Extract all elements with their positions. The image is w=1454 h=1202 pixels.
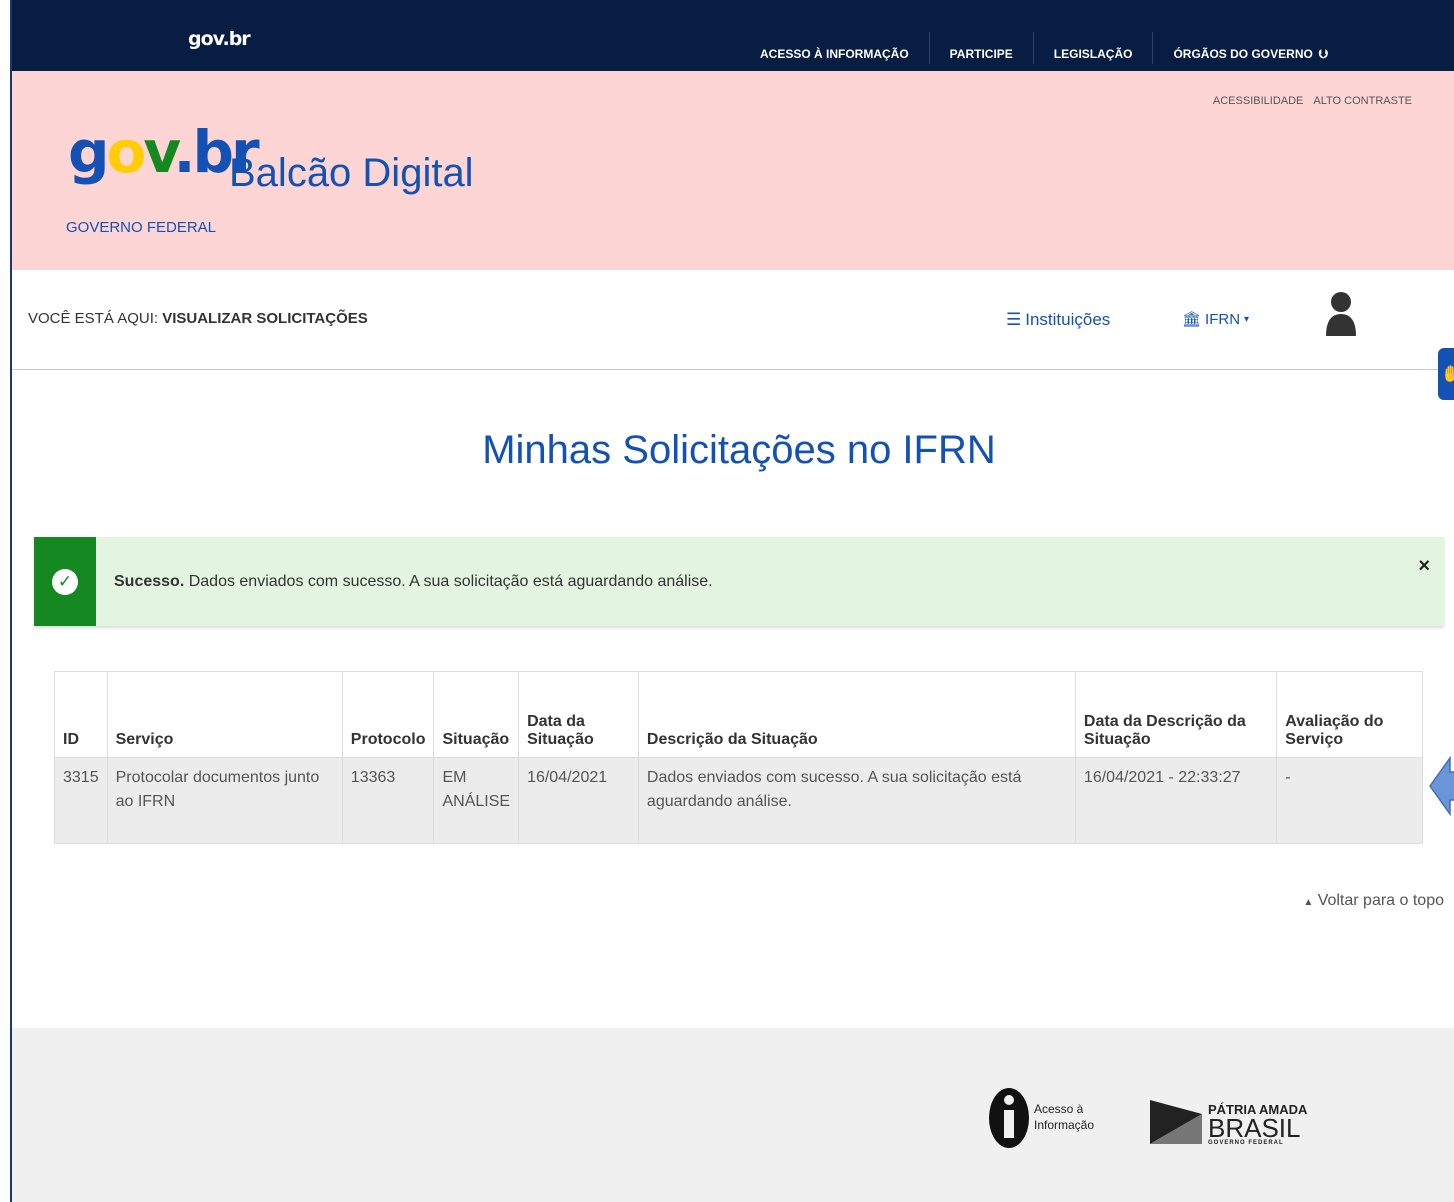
brasil-flag-mark-icon	[1150, 1100, 1202, 1144]
cell-status: EM ANÁLISE	[433, 757, 520, 844]
institution-selected: IFRN	[1205, 310, 1241, 328]
col-desc-date: Data da Descrição da Situação	[1074, 671, 1278, 758]
chevron-down-icon: ⮋	[1318, 46, 1328, 61]
nav-separator	[1032, 32, 1034, 64]
col-service: Serviço	[106, 671, 343, 758]
list-icon: ☰	[1006, 310, 1022, 329]
pointer-arrow-icon	[1429, 755, 1454, 817]
cell-status-date: 16/04/2021	[518, 757, 639, 844]
accessibility-link[interactable]: ACESSIBILIDADE	[1213, 95, 1303, 107]
nav-legislacao[interactable]: LEGISLAÇÃO	[1054, 47, 1133, 61]
top-nav: ACESSO À INFORMAÇÃO PARTICIPE LEGISLAÇÃO…	[760, 32, 1328, 70]
breadcrumb-prefix: VOCÊ ESTÁ AQUI:	[28, 310, 163, 327]
requests-table: ID Serviço Protocolo Situação Data da Si…	[54, 671, 1423, 844]
logo-dot: .	[173, 118, 195, 186]
patria-amada-text: PÁTRIA AMADA BRASIL GOVERNO FEDERAL	[1208, 1102, 1307, 1146]
logo-letter-g: g	[68, 118, 109, 186]
high-contrast-link[interactable]: ALTO CONTRASTE	[1313, 95, 1412, 107]
page-title: Minhas Solicitações no IFRN	[482, 428, 996, 472]
col-status-date: Data da Situação	[518, 671, 639, 758]
building-icon: 🏛	[1182, 311, 1202, 328]
acesso-informacao-logo[interactable]: Acesso à Informação	[988, 1086, 1094, 1150]
close-icon[interactable]: ×	[1418, 555, 1430, 578]
accessibility-links: ACESSIBILIDADE ALTO CONTRASTE	[1213, 95, 1412, 107]
triangle-up-icon: ▲	[1303, 897, 1314, 908]
nav-separator	[928, 32, 930, 64]
back-to-top-label: Voltar para o topo	[1317, 892, 1444, 909]
col-rating: Avaliação do Serviço	[1276, 671, 1423, 758]
govbr-brand-link[interactable]: gov.br	[188, 28, 251, 50]
user-avatar-icon[interactable]	[1324, 288, 1358, 338]
brasil-label: BRASIL	[1208, 1112, 1301, 1143]
success-alert: ✓ Sucesso. Dados enviados com sucesso. A…	[34, 537, 1444, 626]
back-to-top-link[interactable]: ▲ Voltar para o topo	[1303, 892, 1444, 910]
patria-amada-brasil-logo[interactable]: PÁTRIA AMADA BRASIL GOVERNO FEDERAL	[1148, 1094, 1307, 1146]
nav-acesso-informacao[interactable]: ACESSO À INFORMAÇÃO	[760, 47, 909, 61]
logo-letter-v: v	[143, 118, 176, 186]
alert-icon-bar: ✓	[34, 537, 96, 626]
alert-title: Sucesso.	[114, 573, 185, 590]
nav-participe[interactable]: PARTICIPE	[950, 47, 1013, 61]
access-info-line2: Informação	[1034, 1118, 1095, 1132]
cell-status-desc: Dados enviados com sucesso. A sua solici…	[637, 757, 1076, 844]
governo-federal-label: GOVERNO FEDERAL	[66, 219, 217, 236]
site-title[interactable]: Balcão Digital	[229, 151, 474, 196]
col-id: ID	[54, 671, 108, 758]
cell-protocol: 13363	[341, 757, 435, 844]
institutions-link[interactable]: ☰ Instituições	[1006, 310, 1110, 330]
nav-separator	[1152, 32, 1154, 64]
cell-id: 3315	[54, 757, 108, 844]
col-status-desc: Descrição da Situação	[637, 671, 1076, 758]
alert-text: Dados enviados com sucesso. A sua solici…	[184, 573, 713, 590]
institution-dropdown[interactable]: 🏛 IFRN ▾	[1182, 310, 1250, 329]
logo-letter-o: o	[106, 118, 147, 186]
page-frame: gov.br ACESSO À INFORMAÇÃO PARTICIPE LEG…	[10, 0, 1454, 1202]
info-icon	[989, 1088, 1029, 1148]
cell-service: Protocolar documentos junto ao IFRN	[106, 757, 343, 844]
alert-message: Sucesso. Dados enviados com sucesso. A s…	[114, 573, 713, 591]
access-info-line1: Acesso à	[1034, 1102, 1084, 1117]
table-row[interactable]: 3315 Protocolar documentos junto ao IFRN…	[54, 757, 1423, 844]
govbr-top-bar: gov.br ACESSO À INFORMAÇÃO PARTICIPE LEG…	[12, 0, 1454, 71]
site-header: ACESSIBILIDADE ALTO CONTRASTE gov.br Bal…	[12, 71, 1454, 270]
col-protocol: Protocolo	[341, 671, 435, 758]
breadcrumb-bar: VOCÊ ESTÁ AQUI: VISUALIZAR SOLICITAÇÕES …	[12, 270, 1454, 370]
check-circle-icon: ✓	[52, 568, 78, 595]
cell-rating: -	[1276, 757, 1423, 844]
nav-orgaos-label: ÓRGÃOS DO GOVERNO	[1173, 46, 1313, 61]
vlibras-hand-icon[interactable]: ✋	[1438, 348, 1454, 400]
breadcrumb: VOCÊ ESTÁ AQUI: VISUALIZAR SOLICITAÇÕES	[28, 310, 368, 327]
nav-orgaos-governo[interactable]: ÓRGÃOS DO GOVERNO ⮋	[1173, 47, 1327, 62]
chevron-down-icon: ▾	[1244, 313, 1250, 325]
breadcrumb-current: VISUALIZAR SOLICITAÇÕES	[162, 310, 368, 327]
cell-desc-date: 16/04/2021 - 22:33:27	[1074, 757, 1278, 844]
table-header-row: ID Serviço Protocolo Situação Data da Si…	[54, 671, 1423, 758]
acesso-informacao-text: Acesso à Informação	[1034, 1102, 1094, 1133]
institutions-label: Instituições	[1025, 310, 1111, 329]
site-footer: Acesso à Informação PÁTRIA AMADA BRASIL …	[12, 1028, 1454, 1202]
col-status: Situação	[433, 671, 520, 758]
